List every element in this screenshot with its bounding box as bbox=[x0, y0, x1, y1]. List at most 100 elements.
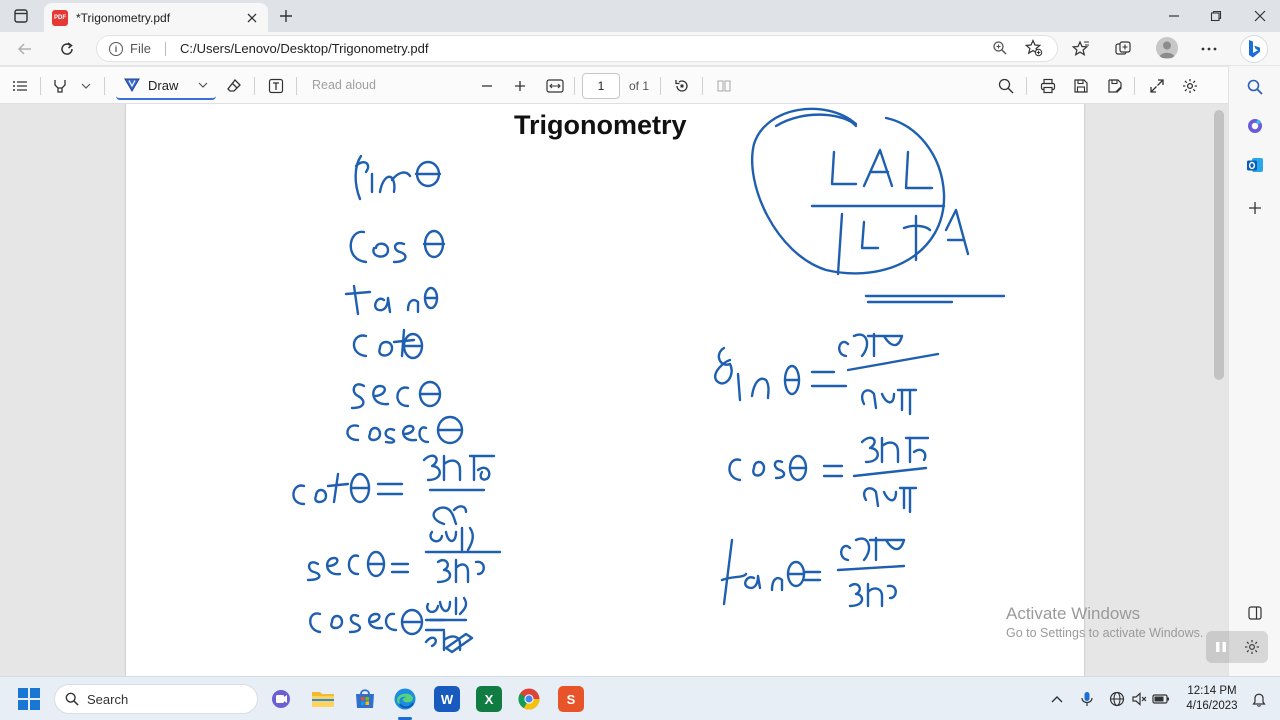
save-as-icon[interactable] bbox=[1105, 76, 1125, 96]
pdf-settings-icon[interactable] bbox=[1180, 76, 1200, 96]
sidebar-copilot-icon[interactable] bbox=[1244, 115, 1266, 137]
restore-window-button[interactable] bbox=[1206, 6, 1226, 26]
address-input[interactable]: i File C:/Users/Lenovo/Desktop/Trigonome… bbox=[96, 35, 1058, 62]
fullscreen-icon[interactable] bbox=[1147, 76, 1167, 96]
toolbar-divider bbox=[104, 77, 105, 95]
page-count-label: of 1 bbox=[629, 79, 650, 93]
ink-tan-theta bbox=[344, 284, 439, 316]
sidebar-search-icon[interactable] bbox=[1244, 76, 1266, 98]
pdf-toolbar: Draw Read aloud 1 of 1 bbox=[0, 66, 1228, 104]
ink-tan-ratio bbox=[720, 536, 906, 608]
favorites-icon[interactable] bbox=[1070, 38, 1092, 60]
profile-avatar[interactable] bbox=[1156, 37, 1178, 59]
highlight-dropdown-icon[interactable] bbox=[76, 76, 96, 96]
page-number-input[interactable]: 1 bbox=[582, 73, 620, 99]
info-icon[interactable]: i bbox=[109, 41, 123, 56]
toolbar-divider bbox=[1026, 77, 1027, 95]
draw-label: Draw bbox=[148, 77, 179, 93]
read-aloud-button[interactable]: Read aloud bbox=[312, 78, 376, 92]
clock-time: 12:14 PM bbox=[1187, 685, 1237, 697]
sidebar-outlook-icon[interactable] bbox=[1244, 154, 1266, 176]
toolbar-divider bbox=[702, 77, 703, 95]
handwritten-ink-layer bbox=[292, 107, 1006, 654]
bing-copilot-icon[interactable] bbox=[1240, 35, 1268, 63]
highlight-icon[interactable] bbox=[50, 76, 70, 96]
toolbar-divider bbox=[296, 77, 297, 95]
overlay-settings-icon[interactable] bbox=[1244, 639, 1260, 655]
battery-icon[interactable] bbox=[1152, 690, 1170, 708]
sidebar-add-icon[interactable] bbox=[1244, 197, 1266, 219]
windows-start-icon[interactable] bbox=[18, 688, 40, 710]
page-view-icon[interactable] bbox=[714, 76, 734, 96]
contents-list-icon[interactable] bbox=[10, 76, 30, 96]
tray-overflow-chevron-icon[interactable] bbox=[1048, 690, 1066, 708]
search-label: Search bbox=[87, 691, 129, 707]
zoom-icon[interactable] bbox=[990, 38, 1010, 58]
tab-strip: PDF *Trigonometry.pdf bbox=[0, 0, 1280, 32]
draw-pen-icon bbox=[124, 78, 140, 92]
back-button[interactable] bbox=[14, 38, 36, 60]
ink-cot-formula bbox=[292, 454, 496, 526]
pdf-page[interactable]: Trigonometry bbox=[126, 104, 1084, 676]
system-clock[interactable]: 12:14 PM 4/16/2023 bbox=[1182, 684, 1242, 714]
microphone-icon[interactable] bbox=[1078, 690, 1096, 708]
ink-cos-theta bbox=[349, 229, 446, 264]
close-window-button[interactable] bbox=[1250, 6, 1270, 26]
pdf-file-icon: PDF bbox=[52, 9, 68, 26]
toolbar-divider bbox=[40, 77, 41, 95]
recorder-overlay[interactable] bbox=[1206, 631, 1268, 663]
refresh-button[interactable] bbox=[56, 38, 78, 60]
clock-date: 4/16/2023 bbox=[1186, 700, 1238, 712]
watermark-line-1: Activate Windows bbox=[1006, 604, 1141, 623]
toolbar-divider bbox=[254, 77, 255, 95]
excel-icon[interactable]: X bbox=[476, 686, 502, 712]
pause-icon[interactable] bbox=[1214, 640, 1228, 654]
ink-cosec-formula bbox=[309, 596, 474, 654]
minimize-window-button[interactable] bbox=[1164, 6, 1184, 26]
volume-muted-icon[interactable] bbox=[1130, 690, 1148, 708]
settings-more-icon[interactable] bbox=[1198, 38, 1220, 60]
file-explorer-icon[interactable] bbox=[310, 686, 336, 712]
app-s-icon[interactable]: S bbox=[558, 686, 584, 712]
ink-sin-theta bbox=[354, 154, 442, 201]
new-tab-button[interactable] bbox=[276, 6, 296, 26]
toolbar-divider bbox=[1134, 77, 1135, 95]
zoom-out-icon[interactable] bbox=[477, 76, 497, 96]
edge-sidebar bbox=[1228, 66, 1280, 676]
chrome-icon[interactable] bbox=[516, 686, 542, 712]
tab-trigonometry-pdf[interactable]: PDF *Trigonometry.pdf bbox=[44, 3, 268, 32]
draw-dropdown-icon[interactable] bbox=[198, 82, 208, 88]
address-separator bbox=[164, 41, 166, 56]
edge-browser-icon[interactable] bbox=[392, 686, 418, 712]
zoom-in-icon[interactable] bbox=[510, 76, 530, 96]
toolbar-divider bbox=[660, 77, 661, 95]
draw-button[interactable]: Draw bbox=[116, 72, 216, 100]
tab-actions-icon[interactable] bbox=[8, 5, 34, 27]
scrollbar-thumb[interactable] bbox=[1214, 110, 1224, 380]
address-url: C:/Users/Lenovo/Desktop/Trigonometry.pdf bbox=[179, 41, 429, 56]
eraser-icon[interactable] bbox=[224, 76, 244, 96]
address-bar-row: i File C:/Users/Lenovo/Desktop/Trigonome… bbox=[0, 32, 1280, 65]
taskbar-search-box[interactable]: Search bbox=[54, 684, 258, 714]
ink-sin-ratio bbox=[714, 332, 940, 416]
tab-title: *Trigonometry.pdf bbox=[76, 10, 171, 25]
find-icon[interactable] bbox=[996, 76, 1016, 96]
rotate-icon[interactable] bbox=[672, 76, 692, 96]
teams-chat-icon[interactable] bbox=[268, 686, 294, 712]
hide-sidebar-icon[interactable] bbox=[1244, 602, 1266, 624]
add-text-icon[interactable] bbox=[266, 76, 286, 96]
fit-to-width-icon[interactable] bbox=[545, 76, 565, 96]
notifications-icon[interactable] bbox=[1250, 690, 1268, 708]
microsoft-store-icon[interactable] bbox=[352, 686, 378, 712]
word-icon[interactable]: W bbox=[434, 686, 460, 712]
ink-cos-ratio bbox=[728, 436, 930, 514]
ink-lal-circle bbox=[751, 107, 1006, 304]
close-tab-icon[interactable] bbox=[244, 10, 260, 26]
pdf-viewer[interactable]: Trigonometry bbox=[0, 104, 1228, 676]
add-favorite-icon[interactable] bbox=[1024, 38, 1044, 58]
save-icon[interactable] bbox=[1071, 76, 1091, 96]
network-globe-icon[interactable] bbox=[1108, 690, 1126, 708]
print-icon[interactable] bbox=[1038, 76, 1058, 96]
collections-icon[interactable] bbox=[1112, 38, 1134, 60]
watermark-line-2: Go to Settings to activate Windows. bbox=[1006, 626, 1204, 640]
